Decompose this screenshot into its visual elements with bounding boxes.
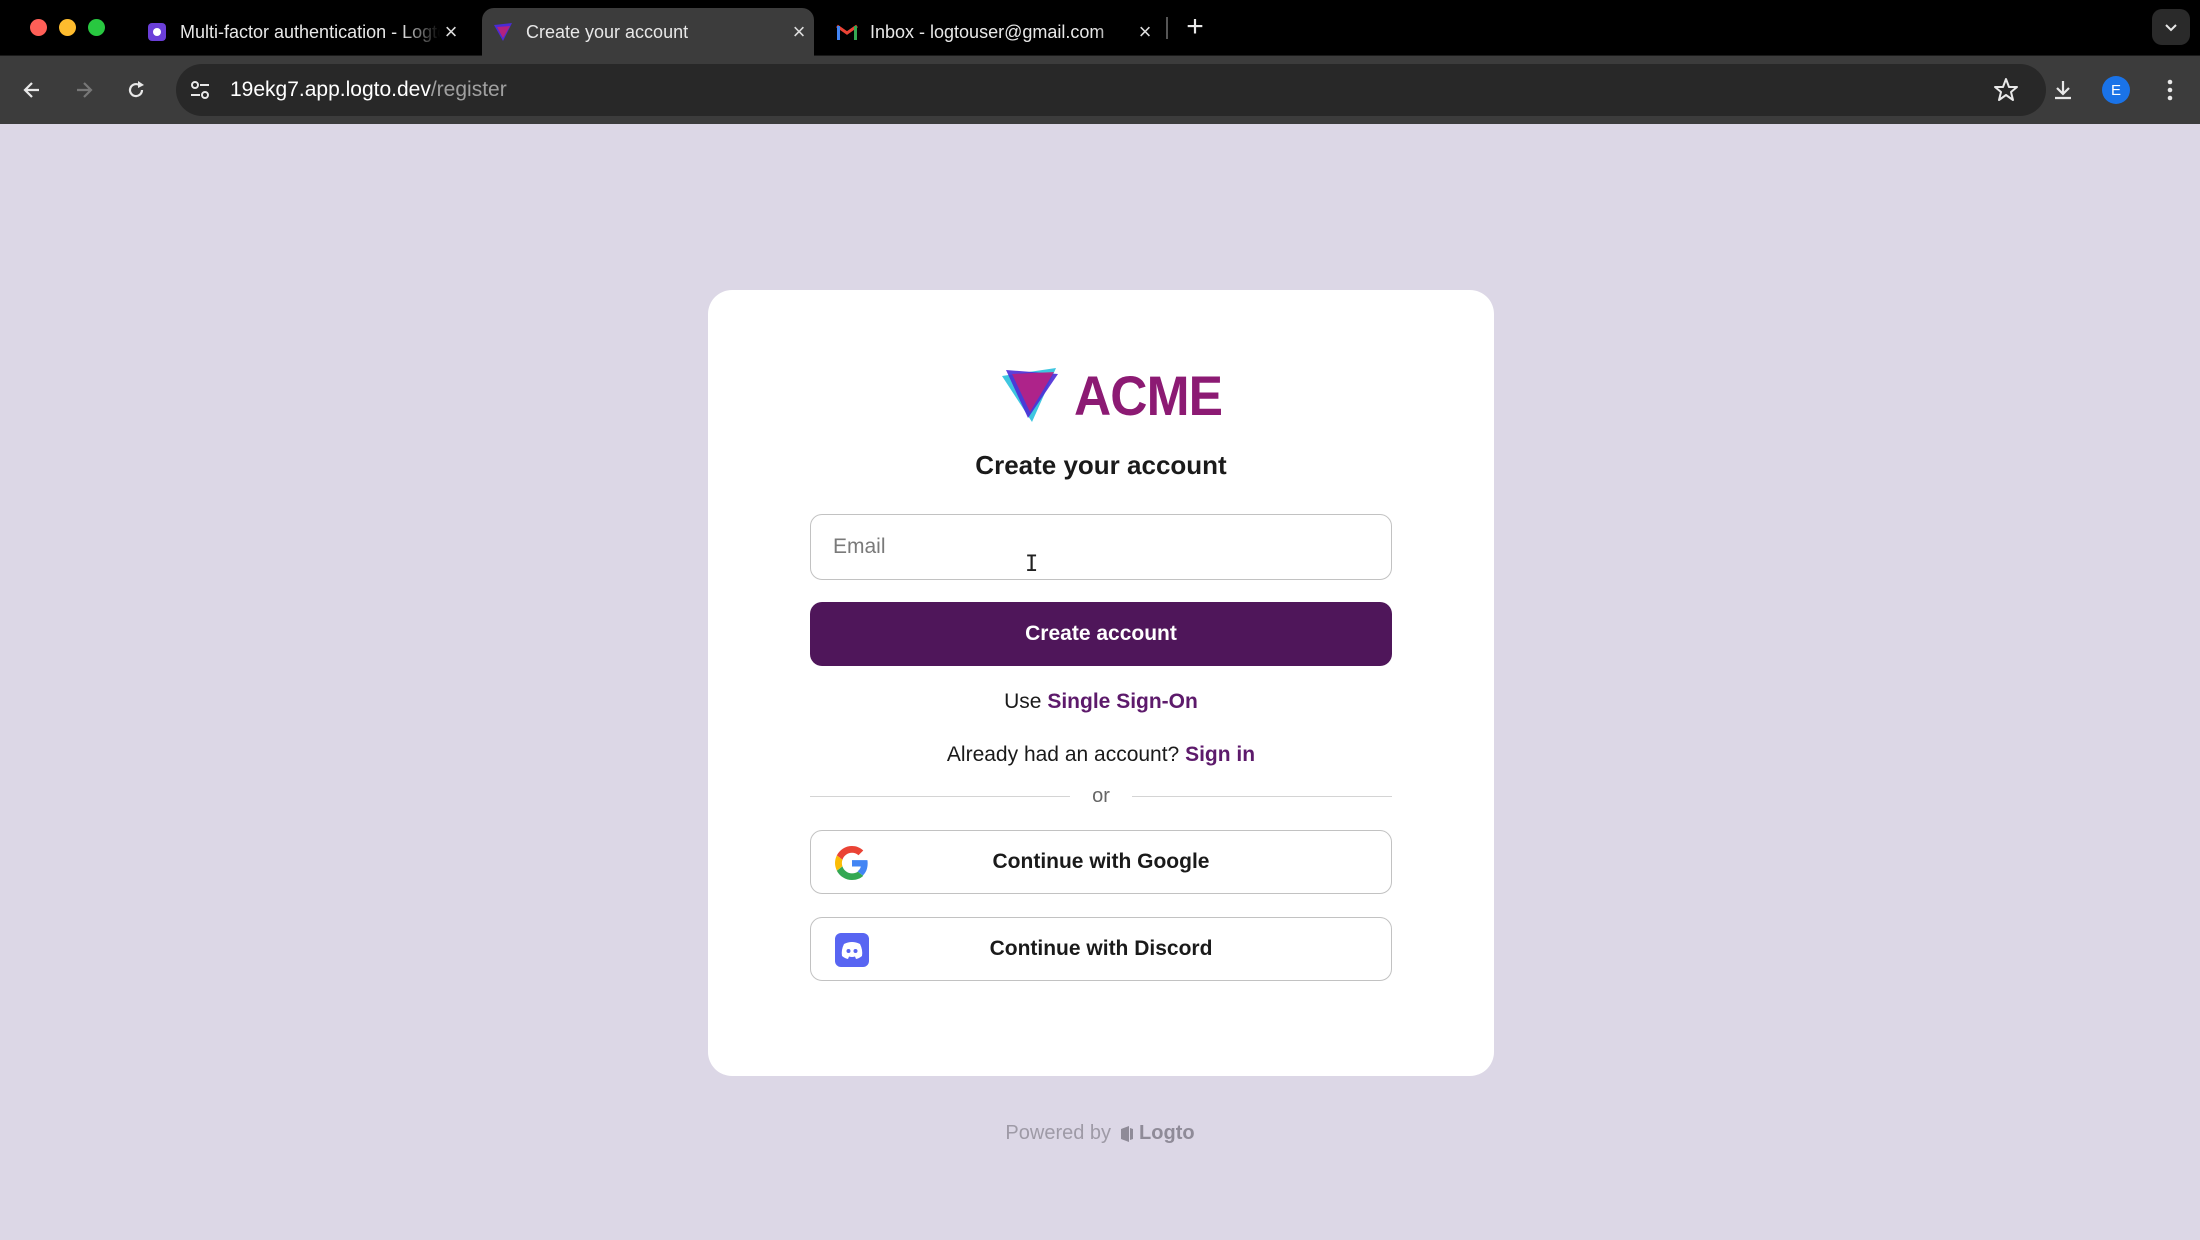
signin-line: Already had an account? Sign in xyxy=(708,743,1494,767)
divider-text: or xyxy=(1092,784,1110,807)
single-sign-on-link[interactable]: Single Sign-On xyxy=(1047,690,1198,713)
tab-title: Create your account xyxy=(526,21,689,42)
text-cursor-icon: I xyxy=(1025,552,1039,577)
close-tab-icon[interactable]: × xyxy=(1134,19,1156,44)
discord-icon xyxy=(835,933,869,967)
tab-inbox[interactable]: Inbox - logtouser@gmail.com × xyxy=(836,8,1156,56)
sso-line: Use Single Sign-On xyxy=(708,690,1494,714)
arrow-left-icon xyxy=(23,82,39,98)
tab-title: Inbox - logtouser@gmail.com xyxy=(870,21,1105,42)
back-button[interactable] xyxy=(14,72,50,108)
url-host: 19ekg7.app.logto.dev xyxy=(230,78,431,101)
register-card: ACME Create your account I Create accoun… xyxy=(708,290,1494,1076)
browser-toolbar: 19ekg7.app.logto.dev/register E xyxy=(0,56,2200,124)
download-icon xyxy=(2055,81,2071,100)
tab-search-button[interactable] xyxy=(2152,9,2190,45)
sso-prefix: Use xyxy=(1004,690,1042,713)
bookmark-star-icon[interactable] xyxy=(1992,76,2020,104)
discord-button-label: Continue with Discord xyxy=(989,937,1213,960)
or-divider: or xyxy=(810,781,1393,811)
url-text: 19ekg7.app.logto.dev/register xyxy=(230,78,507,102)
continue-with-google-button[interactable]: Continue with Google xyxy=(810,830,1392,894)
divider-line xyxy=(1131,795,1393,797)
page-content: ACME Create your account I Create accoun… xyxy=(2,124,2198,1238)
minimize-window-button[interactable] xyxy=(59,19,76,36)
profile-button[interactable]: E xyxy=(2098,72,2134,108)
forward-button[interactable] xyxy=(66,72,102,108)
browser-tab-bar: Multi-factor authentication - Logto × Cr… xyxy=(0,0,2200,56)
maximize-window-button[interactable] xyxy=(88,19,105,36)
tab-separator xyxy=(1166,17,1168,39)
address-bar[interactable]: 19ekg7.app.logto.dev/register xyxy=(176,64,2046,116)
page-title: Create your account xyxy=(975,450,1227,480)
sign-in-link[interactable]: Sign in xyxy=(1185,743,1255,766)
avatar: E xyxy=(2102,76,2130,104)
close-tab-icon[interactable]: × xyxy=(788,19,810,44)
create-account-button[interactable]: Create account xyxy=(810,602,1392,666)
browser-menu-button[interactable] xyxy=(2152,72,2188,108)
signin-prefix: Already had an account? xyxy=(946,743,1180,766)
acme-icon xyxy=(492,21,514,43)
url-path: /register xyxy=(430,78,507,101)
google-icon xyxy=(835,846,869,880)
arrow-right-icon xyxy=(77,82,93,98)
gmail-icon xyxy=(836,21,858,43)
divider-line xyxy=(810,795,1071,797)
downloads-button[interactable] xyxy=(2045,72,2081,108)
tab-create-your-account[interactable]: Create your account × xyxy=(482,8,814,56)
close-window-button[interactable] xyxy=(30,19,47,36)
brand-name: ACME xyxy=(1074,363,1223,427)
chevron-down-icon xyxy=(2165,24,2177,32)
powered-by-text: Powered by xyxy=(1005,1122,1112,1144)
logto-logo-icon xyxy=(1121,1125,1134,1142)
reload-icon xyxy=(128,81,144,98)
logto-brand-text: Logto xyxy=(1139,1122,1195,1144)
new-tab-button[interactable]: + xyxy=(1180,10,1210,44)
more-vertical-icon xyxy=(2167,79,2173,101)
email-field[interactable] xyxy=(810,514,1392,580)
brand-logo: ACME xyxy=(998,360,1235,430)
logto-docs-icon xyxy=(146,21,168,43)
acme-logo-icon xyxy=(1002,368,1058,422)
reload-button[interactable] xyxy=(118,72,154,108)
tab-multi-factor-authentication[interactable]: Multi-factor authentication - Logto × xyxy=(146,8,462,56)
continue-with-discord-button[interactable]: Continue with Discord xyxy=(810,917,1392,981)
close-tab-icon[interactable]: × xyxy=(440,19,462,44)
tab-title: Multi-factor authentication - Logto xyxy=(180,21,440,42)
site-settings-icon[interactable] xyxy=(186,76,214,104)
google-button-label: Continue with Google xyxy=(992,850,1210,873)
logto-brand-link[interactable]: Logto xyxy=(1119,1122,1195,1145)
powered-by-footer: Powered by Logto xyxy=(2,1122,2198,1145)
